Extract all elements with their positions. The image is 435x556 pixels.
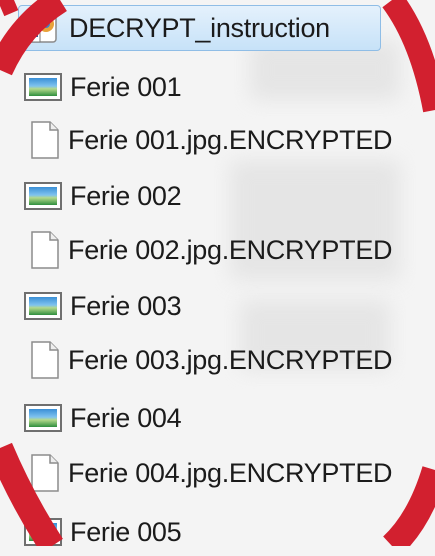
file-name: Ferie 004.jpg.ENCRYPTED [68,457,393,488]
file-name: Ferie 002.jpg.ENCRYPTED [68,234,393,265]
image-file-icon [24,73,62,101]
file-item-ferie-002[interactable]: Ferie 002 [22,172,182,220]
file-item-ferie-004[interactable]: Ferie 004 [22,394,182,442]
file-name: Ferie 003 [70,290,182,321]
file-name: Ferie 001 [70,71,182,102]
file-item-ferie-002-encrypted[interactable]: Ferie 002.jpg.ENCRYPTED [22,226,393,274]
image-file-icon [24,182,62,210]
image-file-icon [24,292,62,320]
internet-shortcut-icon [25,11,59,45]
file-name: Ferie 005 [70,516,182,547]
file-name: DECRYPT_instruction [69,12,330,43]
file-item-decrypt-instruction[interactable]: DECRYPT_instruction [18,5,381,51]
file-item-ferie-001[interactable]: Ferie 001 [22,63,182,111]
blank-document-icon [30,341,60,379]
file-item-ferie-004-encrypted[interactable]: Ferie 004.jpg.ENCRYPTED [22,449,393,497]
file-name: Ferie 003.jpg.ENCRYPTED [68,344,393,375]
blank-document-icon [30,454,60,492]
file-item-ferie-003-encrypted[interactable]: Ferie 003.jpg.ENCRYPTED [22,336,393,384]
file-item-ferie-005[interactable]: Ferie 005 [22,508,182,556]
blank-document-icon [30,121,60,159]
file-name: Ferie 001.jpg.ENCRYPTED [68,124,393,155]
file-list: DECRYPT_instruction Ferie 001 Ferie 001.… [0,0,435,547]
file-name: Ferie 002 [70,180,182,211]
image-file-icon [24,404,62,432]
file-name: Ferie 004 [70,402,182,433]
file-item-ferie-003[interactable]: Ferie 003 [22,282,182,330]
image-file-icon [24,518,62,546]
file-item-ferie-001-encrypted[interactable]: Ferie 001.jpg.ENCRYPTED [22,116,393,164]
blank-document-icon [30,231,60,269]
